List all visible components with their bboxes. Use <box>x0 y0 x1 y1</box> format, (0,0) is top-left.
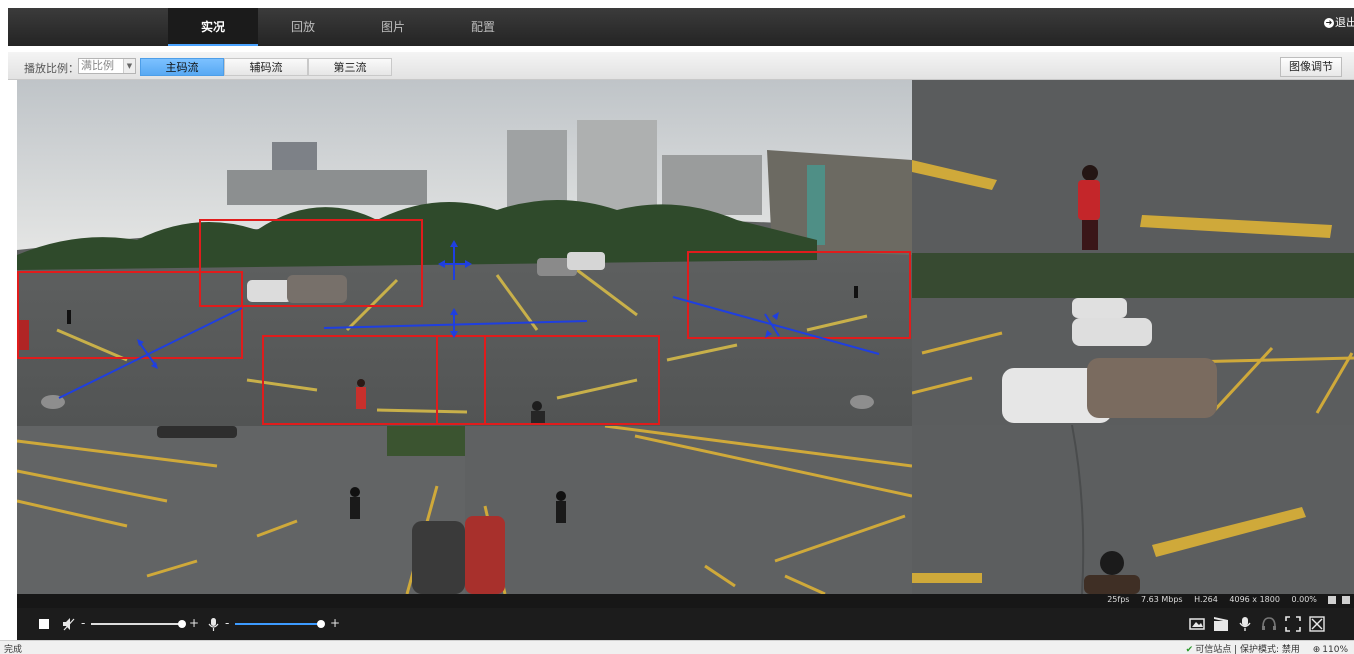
resolution-readout: 4096 x 1800 <box>1229 595 1280 604</box>
chevron-down-icon: ▼ <box>123 59 135 73</box>
image-adjust-button[interactable]: 图像调节 <box>1280 57 1342 77</box>
packet-loss-readout: 0.00% <box>1291 595 1317 604</box>
third-stream-button[interactable]: 第三流 <box>308 58 392 76</box>
microphone-icon[interactable] <box>205 616 221 632</box>
fullscreen-icon[interactable] <box>1285 616 1301 632</box>
volume-minus-label: - <box>81 616 86 630</box>
headset-icon[interactable] <box>1261 616 1277 632</box>
window-fit-icon[interactable] <box>1309 616 1325 632</box>
ratio-label: 播放比例： <box>24 62 79 75</box>
volume-slider-track[interactable] <box>91 623 183 625</box>
speaker-icon[interactable] <box>61 616 77 632</box>
channel-image-2 <box>912 253 1354 425</box>
codec-readout: H.264 <box>1194 595 1218 604</box>
tab-pictures[interactable]: 图片 <box>348 8 438 46</box>
page-status-text: 完成 <box>4 645 23 654</box>
channel-image-3 <box>17 426 465 594</box>
logout-icon: ➜ <box>1324 18 1334 28</box>
mic-slider-track[interactable] <box>235 623 323 625</box>
panorama-image <box>17 80 912 426</box>
channel-tile-4[interactable] <box>465 426 912 594</box>
snapshot-icon[interactable] <box>1189 616 1205 632</box>
talk-microphone-icon[interactable] <box>1237 616 1253 632</box>
zoom-level-text[interactable]: 110% <box>1322 645 1348 654</box>
security-zone-text: 可信站点 | 保护模式: 禁用 <box>1195 645 1300 654</box>
channel-image-4 <box>465 426 912 594</box>
channel-image-5 <box>912 425 1354 594</box>
sub-stream-button[interactable]: 辅码流 <box>224 58 308 76</box>
volume-plus-label: + <box>189 616 200 630</box>
video-viewport[interactable] <box>17 80 1354 594</box>
volume-slider-knob[interactable] <box>178 620 186 628</box>
tab-playback[interactable]: 回放 <box>258 8 348 46</box>
mic-slider-knob[interactable] <box>317 620 325 628</box>
channel-tile-3[interactable] <box>17 426 465 594</box>
ratio-select-value: 满比例 <box>81 59 114 72</box>
live-control-bar: - + - + <box>17 608 1354 640</box>
channel-tile-2[interactable] <box>912 253 1354 425</box>
logout-label: 退出 <box>1335 16 1354 29</box>
app-root: 实况 回放 图片 配置 ➜ 退出 播放比例： 满比例 ▼ 主码流 辅码流 第三流 … <box>0 0 1354 654</box>
main-stream-button[interactable]: 主码流 <box>140 58 224 76</box>
fps-readout: 25fps <box>1107 595 1130 604</box>
edit-overlay-icon[interactable] <box>1342 595 1350 604</box>
mic-plus-label: + <box>330 616 341 630</box>
record-clip-icon[interactable] <box>1213 616 1229 632</box>
info-panel-icon[interactable] <box>1328 595 1337 604</box>
logout-button[interactable]: ➜ 退出 <box>1324 8 1354 46</box>
live-toolbar: 播放比例： 满比例 ▼ 主码流 辅码流 第三流 图像调节 <box>8 52 1354 80</box>
channel-image-1 <box>912 80 1354 253</box>
stop-button[interactable] <box>39 619 49 629</box>
channel-tile-1[interactable] <box>912 80 1354 253</box>
tab-config[interactable]: 配置 <box>438 8 528 46</box>
tab-live[interactable]: 实况 <box>168 8 258 46</box>
stream-status-strip: 25fps 7.63 Mbps H.264 4096 x 1800 0.00% <box>17 594 1354 608</box>
panorama-view[interactable] <box>17 80 912 426</box>
channel-tile-5[interactable] <box>912 425 1354 594</box>
check-icon: ✔ <box>1185 645 1194 654</box>
top-nav: 实况 回放 图片 配置 ➜ 退出 <box>8 8 1354 46</box>
mic-minus-label: - <box>225 616 230 630</box>
ratio-select[interactable]: 满比例 ▼ <box>78 58 136 74</box>
bitrate-readout: 7.63 Mbps <box>1141 595 1183 604</box>
zoom-icon[interactable]: ⊕ <box>1313 645 1321 654</box>
browser-status-bar: 完成 ✔ 可信站点 | 保护模式: 禁用 ⊕ 110% <box>0 640 1354 654</box>
